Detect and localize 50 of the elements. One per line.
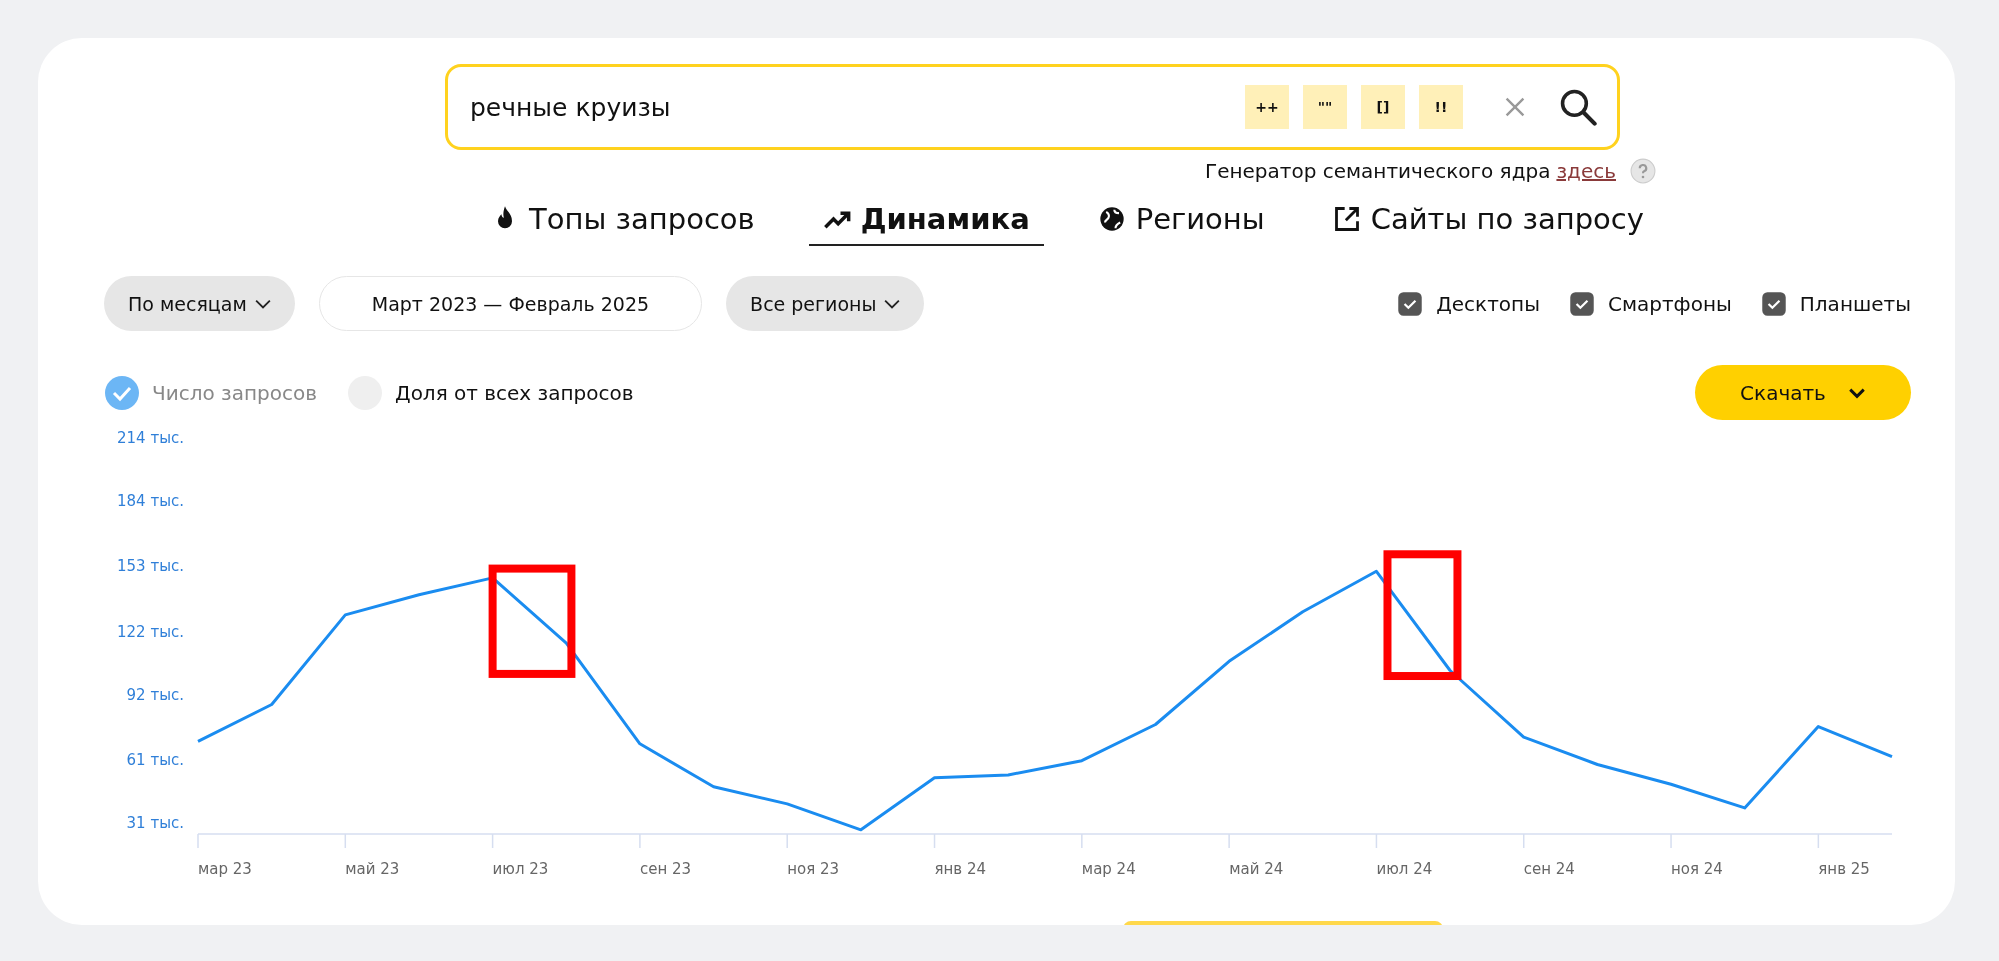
x-axis-label: июл 24: [1376, 860, 1433, 878]
operator-button[interactable]: []: [1361, 85, 1405, 129]
y-axis-label: 31 тыс.: [126, 814, 184, 833]
x-axis-label: ноя 24: [1671, 860, 1723, 878]
x-axis-label: июл 23: [492, 860, 549, 878]
search-icon[interactable]: [1559, 88, 1597, 126]
radio-button[interactable]: [104, 374, 140, 411]
x-axis-label: янв 24: [934, 860, 987, 878]
close-icon[interactable]: [1503, 95, 1527, 119]
help-icon[interactable]: [1630, 158, 1656, 184]
region-dropdown[interactable]: Все регионы: [726, 276, 925, 331]
checkbox[interactable]: [1761, 291, 1786, 316]
x-axis-label: мар 24: [1081, 860, 1136, 878]
external-link-icon: [1332, 205, 1361, 233]
y-axis-label: 61 тыс.: [126, 751, 184, 770]
x-axis-label: сен 23: [639, 860, 692, 878]
tab[interactable]: Топы запросов: [477, 198, 769, 246]
chevron-down-icon: [254, 298, 271, 309]
y-axis-label: 214 тыс.: [117, 429, 184, 447]
download-button[interactable]: Скачать: [1695, 365, 1911, 420]
x-axis-label: мар 23: [198, 860, 252, 878]
globe-icon: [1097, 205, 1126, 233]
operator-button[interactable]: ++: [1245, 85, 1289, 129]
radio-label: Доля от всех запросов: [395, 380, 634, 405]
tab[interactable]: Динамика: [808, 198, 1044, 246]
operator-button[interactable]: !!: [1419, 85, 1463, 129]
tab[interactable]: Регионы: [1083, 198, 1279, 246]
search-field[interactable]: речные круизы ++ "" [] !!: [445, 64, 1620, 150]
generator-link[interactable]: здесь: [1556, 159, 1616, 183]
chevron-down-icon: [884, 298, 901, 309]
checkbox-label: Планшеты: [1799, 291, 1911, 316]
tab[interactable]: Сайты по запросу: [1318, 198, 1658, 246]
radio-label: Число запросов: [152, 380, 317, 405]
x-axis-label: май 23: [345, 860, 400, 878]
x-axis-label: сен 24: [1523, 860, 1575, 878]
checkbox-label: Смартфоны: [1607, 291, 1732, 316]
x-axis-label: май 24: [1229, 860, 1284, 878]
operator-button[interactable]: "": [1303, 85, 1347, 129]
y-axis-label: 153 тыс.: [117, 557, 184, 576]
y-axis-label: 122 тыс.: [117, 622, 184, 641]
generator-text: Генератор семантического ядра: [1204, 159, 1551, 183]
chevron-down-icon: [1847, 386, 1866, 399]
x-axis-label: янв 25: [1818, 860, 1870, 878]
y-axis-label: 92 тыс.: [126, 686, 184, 704]
y-axis-label: 184 тыс.: [117, 492, 184, 511]
checkbox-label: Десктопы: [1436, 291, 1540, 316]
checkbox[interactable]: [1569, 291, 1594, 316]
x-axis-label: ноя 23: [787, 860, 840, 878]
period-dropdown[interactable]: По месяцам: [104, 276, 295, 331]
checkbox[interactable]: [1398, 291, 1423, 316]
